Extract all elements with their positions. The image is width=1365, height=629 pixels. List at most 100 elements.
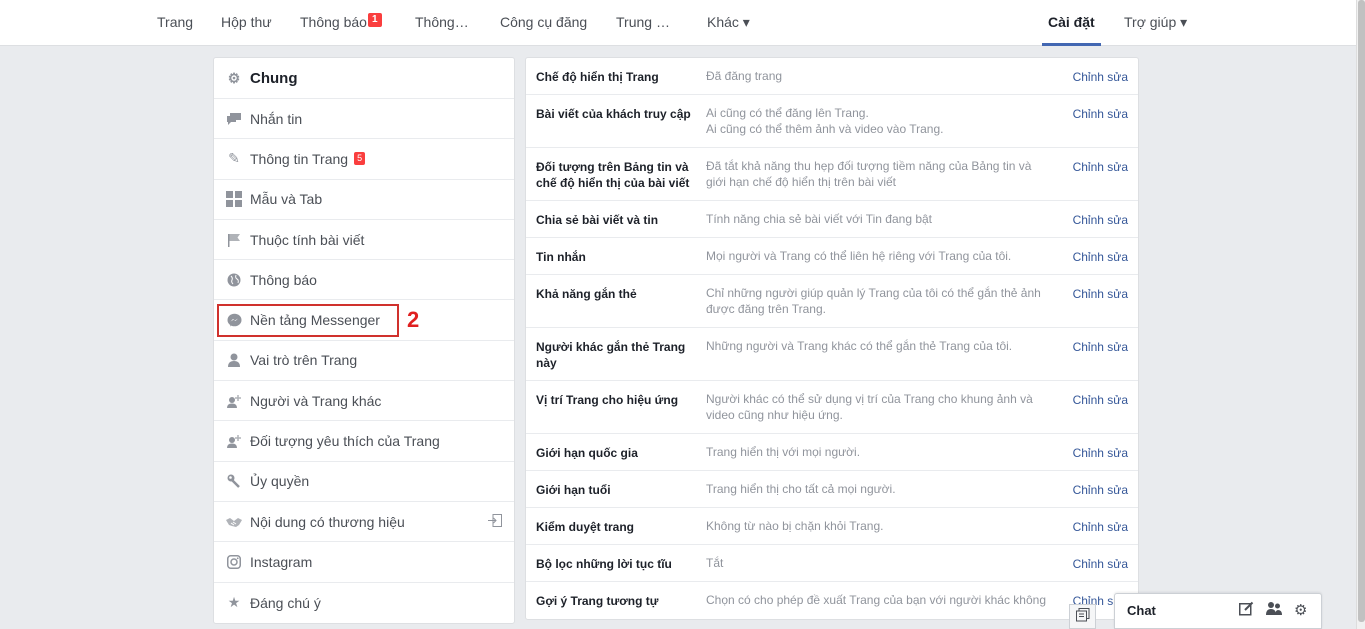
sidebar-item-notifications[interactable]: Thông báo	[214, 260, 514, 301]
edit-link[interactable]: Chỉnh sửa	[1073, 556, 1128, 572]
sidebar-item-page-info[interactable]: ✎ Thông tin Trang 5	[214, 139, 514, 180]
setting-label: Tin nhắn	[536, 250, 586, 264]
sidebar-item-messenger-platform[interactable]: Nền tảng Messenger	[214, 300, 514, 341]
person-star-icon	[226, 433, 242, 449]
edit-link[interactable]: Chỉnh sửa	[1073, 286, 1128, 302]
setting-row-similar-page-suggestions: Gợi ý Trang tương tự Chọn có cho phép đề…	[526, 582, 1138, 619]
sidebar-item-label: Nội dung có thương hiệu	[250, 513, 405, 530]
edit-link[interactable]: Chỉnh sửa	[1073, 339, 1128, 355]
setting-value: Chỉ những người giúp quản lý Trang của t…	[706, 286, 1041, 316]
person-add-icon	[226, 393, 242, 409]
sidebar-item-instagram[interactable]: Instagram	[214, 542, 514, 583]
flag-icon	[226, 232, 242, 248]
sidebar-item-general[interactable]: ⚙ Chung	[214, 58, 514, 99]
sidebar-item-label: Mẫu và Tab	[250, 191, 323, 208]
sidebar-item-templates-tabs[interactable]: Mẫu và Tab	[214, 180, 514, 220]
sidebar-item-label: Vai trò trên Trang	[250, 352, 358, 369]
step-marker: 2	[407, 307, 420, 332]
external-link-icon	[488, 513, 502, 530]
setting-label: Bài viết của khách truy cập	[536, 107, 691, 121]
compose-icon[interactable]	[1239, 601, 1254, 620]
sidebar-item-label: Thuộc tính bài viết	[250, 231, 365, 248]
pencil-icon: ✎	[228, 150, 240, 167]
setting-value: Những người và Trang khác có thể gắn thẻ…	[706, 339, 1013, 353]
setting-row-others-tagging-page: Người khác gắn thẻ Trang này Những người…	[526, 328, 1138, 381]
nav-tab-help[interactable]: Trợ giúp ▾	[1124, 0, 1187, 46]
edit-link[interactable]: Chỉnh sửa	[1073, 445, 1128, 461]
setting-value: Trang hiển thị cho tất cả mọi người.	[706, 482, 896, 496]
setting-value: Không từ nào bị chặn khỏi Trang.	[706, 519, 884, 533]
sidebar-item-label: Ủy quyền	[250, 473, 310, 490]
edit-link[interactable]: Chỉnh sửa	[1073, 482, 1128, 498]
setting-row-visitor-posts: Bài viết của khách truy cập Ai cũng có t…	[526, 95, 1138, 148]
sidebar-item-branded-content[interactable]: Nội dung có thương hiệu	[214, 502, 514, 543]
setting-row-page-location-effects: Vị trí Trang cho hiệu ứng Người khác có …	[526, 381, 1138, 434]
setting-label: Chia sẻ bài viết và tin	[536, 213, 659, 227]
edit-link[interactable]: Chỉnh sửa	[1073, 249, 1128, 265]
setting-label: Người khác gắn thẻ Trang này	[536, 340, 686, 370]
sidebar-item-label: Chung	[250, 69, 298, 87]
edit-link[interactable]: Chỉnh sửa	[1073, 212, 1128, 228]
edit-link[interactable]: Chỉnh sửa	[1073, 519, 1128, 535]
sidebar-item-label: Instagram	[250, 553, 313, 570]
nav-tab-page[interactable]: Trang	[157, 0, 193, 46]
setting-row-page-visibility: Chế độ hiển thị Trang Đã đăng trang Chỉn…	[526, 58, 1138, 95]
setting-label: Kiểm duyệt trang	[536, 520, 635, 534]
chat-bar[interactable]: Chat ⚙	[1114, 593, 1322, 629]
sidebar-item-messaging[interactable]: Nhắn tin	[214, 99, 514, 140]
sidebar-item-label: Thông tin Trang	[250, 150, 349, 167]
setting-row-messages: Tin nhắn Mọi người và Trang có thể liên …	[526, 238, 1138, 275]
setting-value: Mọi người và Trang có thể liên hệ riêng …	[706, 249, 1012, 263]
nav-tab-inbox[interactable]: Hộp thư	[221, 0, 272, 46]
sidebar-item-preferred-audience[interactable]: Đối tượng yêu thích của Trang	[214, 421, 514, 462]
setting-label: Giới hạn quốc gia	[536, 446, 638, 460]
setting-value: Đã đăng trang	[706, 69, 783, 83]
scrollbar-thumb[interactable]	[1358, 0, 1365, 622]
edit-link[interactable]: Chỉnh sửa	[1073, 392, 1128, 408]
new-group-icon[interactable]	[1266, 601, 1282, 620]
sidebar-item-people-other-pages[interactable]: Người và Trang khác	[214, 381, 514, 422]
setting-value: Đã tắt khả năng thu hẹp đối tượng tiềm n…	[706, 159, 1032, 189]
messages-icon	[226, 111, 242, 127]
setting-row-profanity-filter: Bộ lọc những lời tục tĩu Tắt Chỉnh sửa	[526, 545, 1138, 582]
sidebar-item-label: Nền tảng Messenger	[250, 312, 380, 329]
chat-label: Chat	[1127, 603, 1156, 618]
nav-tab-insights[interactable]: Thông…	[415, 0, 469, 46]
nav-tab-more[interactable]: Khác ▾	[707, 0, 750, 46]
page-scrollbar[interactable]	[1356, 0, 1365, 629]
nav-tab-settings[interactable]: Cài đặt	[1042, 0, 1101, 46]
handshake-icon	[226, 514, 242, 530]
setting-value: Tính năng chia sẻ bài viết với Tin đang …	[706, 212, 933, 226]
sidebar-item-label: Đáng chú ý	[250, 594, 321, 611]
setting-row-page-moderation: Kiểm duyệt trang Không từ nào bị chặn kh…	[526, 508, 1138, 545]
sidebar-item-label: Đối tượng yêu thích của Trang	[250, 433, 440, 450]
setting-value: Người khác có thể sử dụng vị trí của Tra…	[706, 392, 1033, 422]
sidebar-item-featured[interactable]: ★ Đáng chú ý	[214, 583, 514, 623]
nav-tab-center[interactable]: Trung …	[616, 0, 670, 46]
setting-label: Chế độ hiển thị Trang	[536, 70, 659, 84]
page-tools-button[interactable]	[1069, 604, 1096, 629]
sidebar-item-label: Nhắn tin	[250, 110, 303, 127]
globe-icon	[226, 272, 242, 288]
sidebar-item-label: Người và Trang khác	[250, 392, 382, 409]
notification-count-badge: 1	[367, 13, 382, 27]
nav-tab-publishing-tools[interactable]: Công cụ đăng	[500, 0, 587, 46]
instagram-icon	[226, 554, 242, 570]
setting-value: Trang hiển thị với mọi người.	[706, 445, 861, 459]
edit-link[interactable]: Chỉnh sửa	[1073, 106, 1128, 122]
edit-link[interactable]: Chỉnh sửa	[1073, 159, 1128, 175]
chat-settings-gear-icon[interactable]: ⚙	[1294, 601, 1307, 619]
edit-link[interactable]: Chỉnh sửa	[1073, 69, 1128, 85]
sidebar-item-post-attribution[interactable]: Thuộc tính bài viết	[214, 220, 514, 261]
setting-row-tagging-ability: Khả năng gắn thẻ Chỉ những người giúp qu…	[526, 275, 1138, 328]
general-settings-list: Chế độ hiển thị Trang Đã đăng trang Chỉn…	[525, 57, 1139, 620]
setting-label: Gợi ý Trang tương tự	[536, 594, 659, 608]
setting-value: Tắt	[706, 556, 724, 570]
setting-label: Đối tượng trên Bảng tin và chế độ hiển t…	[536, 160, 690, 190]
settings-sidebar: ⚙ Chung Nhắn tin ✎ Thông tin Trang 5 Mẫu…	[213, 57, 515, 624]
nav-tab-notifications[interactable]: Thông báo 1	[300, 0, 382, 46]
sidebar-item-page-roles[interactable]: Vai trò trên Trang	[214, 341, 514, 382]
grid-icon	[226, 191, 242, 208]
sidebar-item-authorizations[interactable]: Ủy quyền	[214, 462, 514, 502]
setting-value: Ai cũng có thể đăng lên Trang. Ai cũng có…	[706, 106, 944, 136]
